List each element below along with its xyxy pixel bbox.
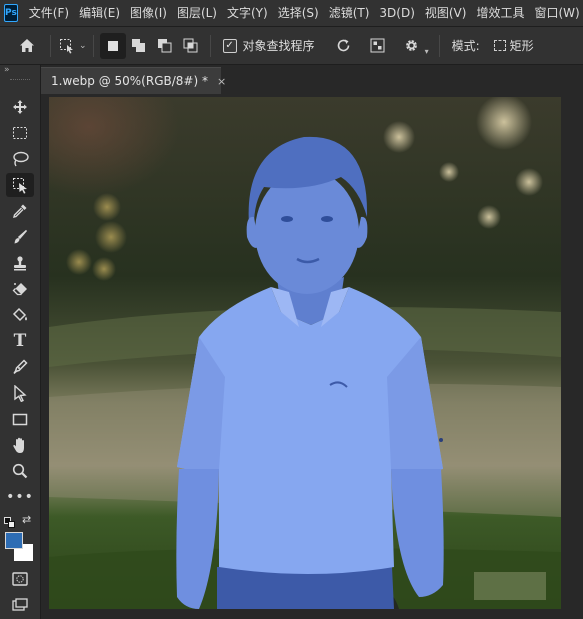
more-tools-icon[interactable]: •••: [6, 485, 34, 509]
eraser-icon[interactable]: [6, 277, 34, 301]
chevron-down-icon[interactable]: ⌄: [79, 41, 87, 51]
refresh-icon[interactable]: [331, 33, 357, 59]
menu-type[interactable]: 文字(Y): [222, 0, 273, 26]
home-icon[interactable]: [14, 33, 40, 59]
divider: [50, 34, 51, 57]
mode-select[interactable]: 矩形: [510, 37, 534, 54]
object-finder-checkbox[interactable]: ✓: [222, 38, 237, 53]
document-tab[interactable]: 1.webp @ 50%(RGB/8#) * ×: [41, 67, 226, 94]
new-selection-icon[interactable]: [99, 32, 126, 59]
photoshop-logo[interactable]: Ps: [4, 4, 18, 22]
marquee-icon[interactable]: [6, 121, 34, 145]
gear-icon[interactable]: [399, 33, 425, 59]
grip-handle[interactable]: [10, 79, 30, 82]
menu-plugins[interactable]: 增效工具: [471, 0, 529, 26]
brush-icon[interactable]: [6, 225, 34, 249]
eyedropper-icon[interactable]: [6, 199, 34, 223]
menu-3d[interactable]: 3D(D): [374, 0, 419, 26]
close-icon[interactable]: ×: [217, 75, 226, 88]
lasso-icon[interactable]: [6, 147, 34, 171]
intersect-selection-icon[interactable]: [178, 33, 204, 59]
quick-mask-icon[interactable]: [6, 567, 34, 591]
screen-mode-icon[interactable]: [6, 593, 34, 617]
move-icon[interactable]: [6, 95, 34, 119]
tool-preset-icon[interactable]: [57, 33, 77, 59]
options-bar: ⌄ ✓ 对象查找程序 ▾ 模式: 矩形: [0, 27, 583, 65]
default-colors-icon[interactable]: [4, 514, 16, 533]
pen-icon[interactable]: [6, 355, 34, 379]
zoom-icon[interactable]: [6, 459, 34, 483]
divider: [209, 34, 211, 57]
divider: [438, 34, 440, 57]
photo-boy-in-polo: [49, 97, 561, 609]
rectangle-icon[interactable]: [6, 407, 34, 431]
stamp-icon[interactable]: [6, 251, 34, 275]
menu-layer[interactable]: 图层(L): [172, 0, 222, 26]
document-tab-title: 1.webp @ 50%(RGB/8#) *: [51, 74, 208, 88]
show-objects-icon[interactable]: [365, 33, 391, 59]
object-selection-icon[interactable]: [6, 173, 34, 197]
menu-edit[interactable]: 编辑(E): [74, 0, 125, 26]
menu-image[interactable]: 图像(I): [125, 0, 172, 26]
swap-colors-icon[interactable]: ⇄: [22, 513, 31, 526]
menu-file[interactable]: 文件(F): [24, 0, 74, 26]
object-finder-label: 对象查找程序: [242, 39, 315, 53]
subtract-selection-icon[interactable]: [152, 33, 178, 59]
rectangle-mode-icon: [493, 40, 506, 51]
document-canvas[interactable]: [49, 97, 561, 609]
menu-select[interactable]: 选择(S): [273, 0, 324, 26]
path-selection-icon[interactable]: [6, 381, 34, 405]
tools-panel: » T ••• ⇄: [0, 65, 41, 619]
menu-view[interactable]: 视图(V): [420, 0, 472, 26]
add-selection-icon[interactable]: [126, 33, 152, 59]
document-tab-bar: 1.webp @ 50%(RGB/8#) * ×: [41, 65, 583, 94]
mode-label: 模式:: [451, 39, 480, 53]
foreground-color-swatch[interactable]: [5, 532, 23, 549]
menu-filter[interactable]: 滤镜(T): [324, 0, 375, 26]
type-icon[interactable]: T: [6, 329, 34, 353]
gear-chevron-icon[interactable]: ▾: [425, 47, 429, 56]
paint-bucket-icon[interactable]: [6, 303, 34, 327]
menu-window[interactable]: 窗口(W): [529, 0, 583, 26]
hand-icon[interactable]: [6, 433, 34, 457]
collapse-panel-icon[interactable]: »: [4, 65, 9, 75]
divider: [92, 34, 94, 57]
menu-bar: Ps 文件(F) 编辑(E) 图像(I) 图层(L) 文字(Y) 选择(S) 滤…: [0, 0, 583, 27]
